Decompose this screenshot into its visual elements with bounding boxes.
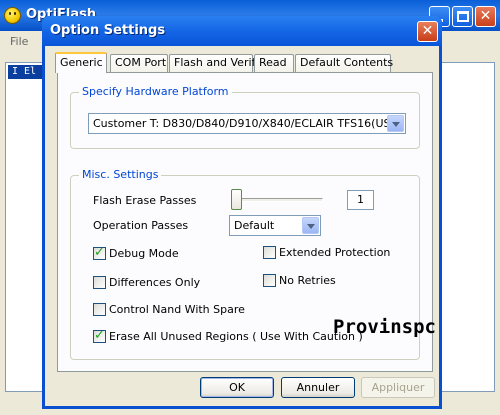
cancel-button[interactable]: Annuler bbox=[281, 377, 355, 398]
dialog-close-button[interactable]: ✕ bbox=[417, 21, 438, 42]
hardware-platform-select[interactable]: Customer T: D830/D840/D910/X840/ECLAIR T… bbox=[88, 113, 406, 134]
tab-default-contents[interactable]: Default Contents bbox=[295, 54, 393, 72]
option-settings-dialog: Option Settings ✕ Generic COM Port Flash… bbox=[42, 16, 442, 409]
watermark-text: Provinspc bbox=[333, 316, 436, 338]
dialog-title: Option Settings bbox=[50, 23, 166, 38]
control-nand-label: Control Nand With Spare bbox=[109, 303, 245, 316]
operation-passes-label: Operation Passes bbox=[93, 219, 189, 232]
main-close-button[interactable]: ✕ bbox=[475, 6, 496, 27]
chevron-down-icon[interactable] bbox=[302, 217, 319, 234]
no-retries-label: No Retries bbox=[279, 274, 336, 287]
checkbox-checked[interactable] bbox=[93, 245, 106, 260]
dialog-titlebar[interactable]: Option Settings ✕ bbox=[42, 16, 442, 46]
close-icon: ✕ bbox=[479, 8, 492, 24]
log-line: I El bbox=[8, 65, 44, 79]
tab-flash-and-verify[interactable]: Flash and Verify bbox=[169, 54, 262, 72]
checkbox-unchecked[interactable] bbox=[93, 276, 106, 289]
checkbox-unchecked[interactable] bbox=[93, 303, 106, 316]
extended-protection-label: Extended Protection bbox=[279, 246, 391, 259]
ok-button[interactable]: OK bbox=[200, 377, 274, 398]
tab-generic[interactable]: Generic bbox=[55, 52, 107, 73]
differences-only-label: Differences Only bbox=[109, 276, 201, 289]
apply-button[interactable]: Appliquer bbox=[361, 377, 435, 398]
chevron-down-icon[interactable] bbox=[387, 115, 404, 132]
checkbox-unchecked[interactable] bbox=[263, 246, 276, 259]
flash-erase-passes-label: Flash Erase Passes bbox=[93, 194, 197, 207]
erase-unused-label: Erase All Unused Regions ( Use With Caut… bbox=[109, 330, 363, 343]
hardware-platform-group: Specify Hardware Platform Customer T: D8… bbox=[70, 85, 420, 149]
maximize-icon bbox=[457, 11, 469, 22]
misc-settings-group-label: Misc. Settings bbox=[79, 168, 162, 181]
tab-read[interactable]: Read bbox=[254, 54, 294, 72]
checkbox-unchecked[interactable] bbox=[263, 274, 276, 287]
flash-erase-slider-track[interactable] bbox=[231, 198, 323, 202]
flash-erase-passes-field[interactable]: 1 bbox=[347, 190, 374, 210]
maximize-button[interactable] bbox=[452, 6, 473, 27]
close-icon: ✕ bbox=[421, 23, 434, 39]
hardware-platform-group-label: Specify Hardware Platform bbox=[79, 85, 232, 98]
tab-com-port[interactable]: COM Port bbox=[110, 54, 168, 72]
checkbox-checked[interactable] bbox=[93, 328, 106, 343]
smiley-app-icon bbox=[4, 7, 21, 24]
debug-mode-label: Debug Mode bbox=[109, 247, 179, 260]
menu-file[interactable]: File bbox=[10, 35, 28, 48]
hardware-platform-value: Customer T: D830/D840/D910/X840/ECLAIR T… bbox=[93, 117, 403, 130]
flash-erase-slider-thumb[interactable] bbox=[231, 189, 242, 210]
operation-passes-select[interactable]: Default bbox=[229, 215, 321, 236]
operation-passes-value: Default bbox=[234, 219, 275, 232]
